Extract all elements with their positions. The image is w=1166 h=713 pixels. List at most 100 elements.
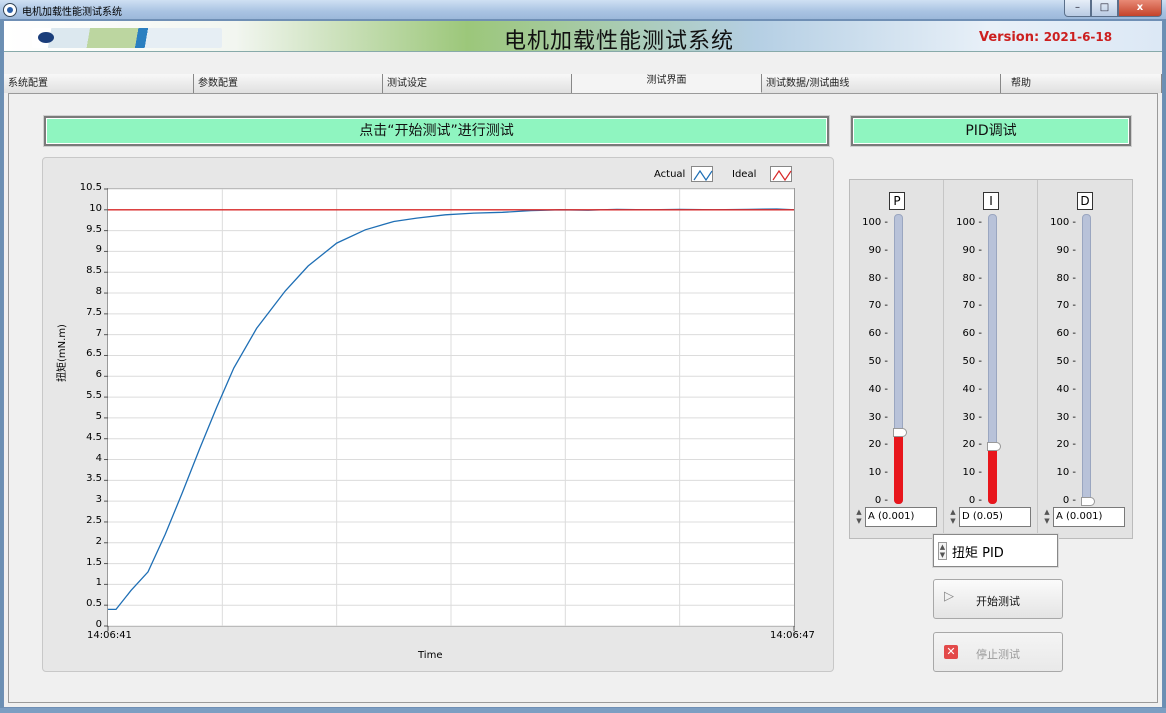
slider-scale-tick: 60 [1042,328,1076,339]
i-scale-spinner[interactable]: ▲ ▼ D (0.05) [948,507,1032,529]
slider-scale-tick: 0 [854,495,888,506]
i-spinner-arrows[interactable]: ▲ ▼ [948,508,958,528]
version-label: Version: 2021-6-18 [979,30,1112,45]
y-tick-label: 9.5 [86,223,102,235]
slider-scale-tick: 100 [1042,217,1076,228]
slider-scale-tick: 30 [1042,412,1076,423]
app-icon [3,3,17,17]
slider-scale-tick: 50 [948,356,982,367]
tab-parameter-config[interactable]: 参数配置 [194,74,383,93]
company-logo [32,28,222,48]
stop-test-button[interactable]: ✕ 停止测试 [933,632,1063,672]
y-tick-label: 4 [95,452,102,464]
tab-system-config[interactable]: 系统配置 [4,74,194,93]
slider-scale-tick: 10 [1042,467,1076,478]
p-scale-value[interactable]: A (0.001) [865,507,937,527]
p-slider-thumb[interactable] [893,428,907,437]
y-tick-label: 6.5 [86,348,102,360]
close-button[interactable]: x [1118,0,1162,17]
d-slider-thumb[interactable] [1081,497,1095,506]
start-test-button[interactable]: 开始测试 [933,579,1063,619]
version-prefix: Version: [979,30,1040,45]
i-scale-value[interactable]: D (0.05) [959,507,1031,527]
slider-scale-tick: 30 [948,412,982,423]
d-slider-column: D ▲▼ A (0.001) 1009080706050403020100 [1038,180,1132,540]
header-banner: 电机加载性能测试系统 Version: 2021-6-18 [4,21,1162,54]
control-mode-selector[interactable]: ▲ ▼ 扭矩 PID [933,534,1058,567]
slider-scale-tick: 80 [854,273,888,284]
slider-scale-tick: 90 [948,245,982,256]
window-controls: – □ x [1064,0,1162,18]
i-label: I [983,192,999,210]
taskbar [0,708,1166,713]
d-slider-track[interactable] [1082,214,1091,504]
slider-scale-tick: 20 [948,439,982,450]
slider-scale-tick: 50 [854,356,888,367]
app-window: 电机加载性能测试系统 Version: 2021-6-18 系统配置 参数配置 … [3,20,1163,708]
start-test-label: 开始测试 [976,595,1020,608]
torque-chart: Actual Ideal 扭矩(mN.m) Time 14:06:41 14:0… [42,157,834,672]
play-icon [944,589,958,606]
slider-scale-tick: 90 [854,245,888,256]
slider-scale-tick: 40 [854,384,888,395]
tab-bar: 系统配置 参数配置 测试设定 测试界面 测试数据/测试曲线 帮助 [4,74,1162,93]
y-tick-label: 0 [95,619,102,630]
y-tick-label: 4.5 [86,431,102,443]
y-tick-label: 7 [95,327,102,339]
slider-scale-tick: 70 [1042,300,1076,311]
slider-scale-tick: 20 [1042,439,1076,450]
maximize-button[interactable]: □ [1091,0,1118,17]
p-slider-fill [894,433,903,504]
slider-scale-tick: 10 [854,467,888,478]
slider-scale-tick: 20 [854,439,888,450]
slider-scale-tick: 40 [1042,384,1076,395]
x-tick-start: 14:06:41 [87,630,132,641]
legend-ideal[interactable]: Ideal [732,164,793,184]
status-message: 点击“开始测试”进行测试 [43,115,830,147]
y-tick-label: 8.5 [86,265,102,277]
i-slider-column: I ▲▼ D (0.05) 1009080706050403020100 [944,180,1038,540]
slider-scale-tick: 80 [1042,273,1076,284]
pid-title: PID调试 [850,115,1132,147]
slider-scale-tick: 70 [854,300,888,311]
d-scale-spinner[interactable]: ▲ ▼ A (0.001) [1042,507,1126,529]
tab-test-data[interactable]: 测试数据/测试曲线 [762,74,1001,93]
slider-scale-tick: 100 [948,217,982,228]
slider-scale-tick: 0 [948,495,982,506]
window-titlebar: 电机加载性能测试系统 – □ x [0,0,1166,20]
p-scale-spinner[interactable]: ▲ ▼ A (0.001) [854,507,938,529]
p-slider-column: P ▲▼ A (0.001) 1009080706050403020100 [850,180,944,540]
y-tick-label: 5.5 [86,390,102,402]
control-mode-value: 扭矩 PID [952,546,1004,561]
stop-icon: ✕ [944,645,958,659]
legend-ideal-swatch [770,166,793,182]
minimize-button[interactable]: – [1064,0,1091,17]
y-tick-label: 6 [95,369,102,381]
y-tick-label: 3.5 [86,473,102,485]
y-tick-label: 1 [95,577,102,589]
y-tick-label: 2.5 [86,514,102,526]
y-tick-label: 8 [95,286,102,298]
tab-help[interactable]: 帮助 [1001,74,1162,93]
slider-scale-tick: 0 [1042,495,1076,506]
y-tick-label: 2 [95,535,102,547]
y-tick-label: 9 [95,244,102,256]
y-tick-label: 10 [89,202,102,214]
p-label: P [889,192,905,210]
tab-test-interface[interactable]: 测试界面 [572,74,762,93]
legend-ideal-label: Ideal [732,168,757,180]
i-slider-thumb[interactable] [987,442,1001,452]
d-spinner-arrows[interactable]: ▲ ▼ [1042,508,1052,528]
stop-test-label: 停止测试 [976,648,1020,661]
legend-actual-label: Actual [654,168,686,180]
mode-spinner-arrows[interactable]: ▲ ▼ [938,542,947,560]
tab-test-settings[interactable]: 测试设定 [383,74,572,93]
d-scale-value[interactable]: A (0.001) [1053,507,1125,527]
i-slider-fill [988,447,997,504]
slider-scale-tick: 10 [948,467,982,478]
legend-actual[interactable]: Actual [654,164,714,184]
slider-scale-tick: 40 [948,384,982,395]
pid-slider-panel: P ▲▼ A (0.001) 1009080706050403020100 I … [849,179,1133,540]
p-spinner-arrows[interactable]: ▲ ▼ [854,508,864,528]
d-label: D [1077,192,1093,210]
